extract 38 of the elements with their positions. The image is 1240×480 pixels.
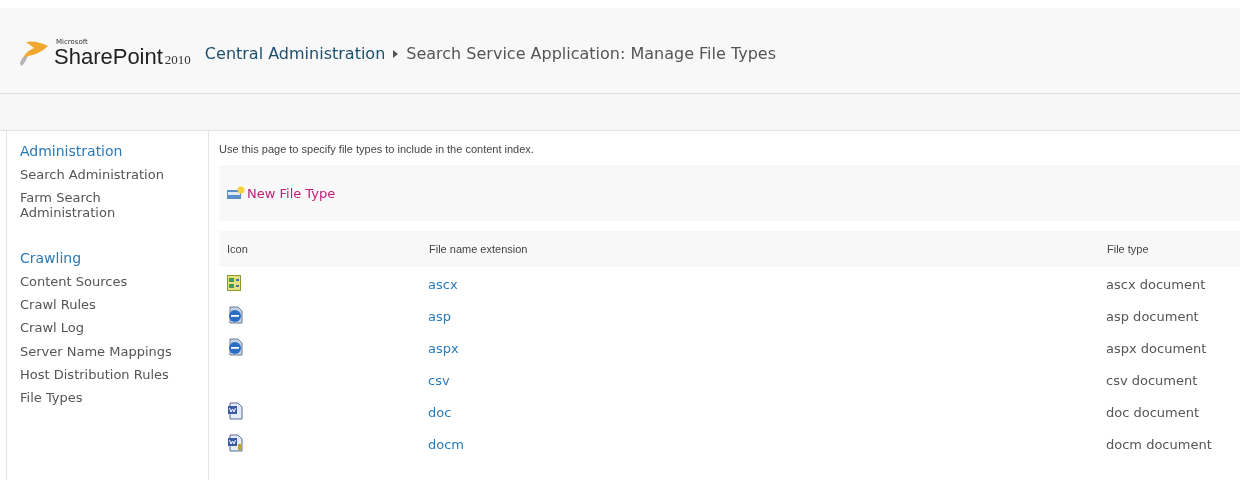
table-cell: asp document — [1106, 308, 1199, 324]
nav-item[interactable]: Crawl Rules — [20, 298, 190, 313]
nav-item[interactable]: Server Name Mappings — [20, 344, 190, 360]
web-page-icon — [227, 338, 243, 356]
table-cell: ascx document — [1106, 276, 1206, 292]
extension-link[interactable]: ascx — [428, 276, 458, 292]
extension-link[interactable]: asp — [428, 308, 451, 324]
product-version: 2010 — [164, 51, 191, 68]
table-cell: doc document — [1106, 404, 1200, 420]
control-file-icon — [227, 275, 241, 291]
nav-item[interactable]: Search Administration — [20, 168, 190, 183]
nav-heading[interactable]: Crawling — [20, 249, 208, 266]
extension-link[interactable]: aspx — [428, 340, 459, 356]
table-cell: aspx document — [1106, 340, 1207, 356]
nav-heading[interactable]: Administration — [20, 143, 208, 159]
new-file-type-link[interactable]: New File Type — [227, 185, 336, 201]
nav-item[interactable]: File Types — [20, 391, 190, 406]
column-header: File type — [1107, 243, 1149, 255]
new-item-icon — [227, 186, 245, 200]
column-header: Icon — [227, 243, 248, 255]
column-header: File name extension — [429, 243, 528, 255]
table-cell: docm document — [1106, 436, 1212, 452]
page-title: Search Service Application: Manage File Types — [406, 44, 776, 63]
intro-text: Use this page to specify file types to include in the content index. — [219, 143, 535, 155]
web-page-icon — [227, 306, 243, 324]
extension-link[interactable]: docm — [428, 436, 465, 452]
nav-item[interactable]: Crawl Log — [20, 321, 190, 336]
nav-item[interactable]: Content Sources — [20, 274, 190, 290]
word-document-icon — [227, 402, 243, 420]
breadcrumb-link[interactable]: Central Administration — [204, 44, 386, 63]
nav-item[interactable]: Host Distribution Rules — [20, 368, 190, 383]
breadcrumb-arrow-icon — [393, 49, 399, 58]
product-name: SharePoint — [54, 45, 163, 68]
extension-link[interactable]: csv — [428, 372, 450, 388]
table-cell: csv document — [1106, 372, 1198, 388]
word-document-icon — [227, 434, 243, 452]
nav-item[interactable]: Farm Search Administration — [20, 191, 190, 220]
extension-link[interactable]: doc — [428, 404, 452, 420]
